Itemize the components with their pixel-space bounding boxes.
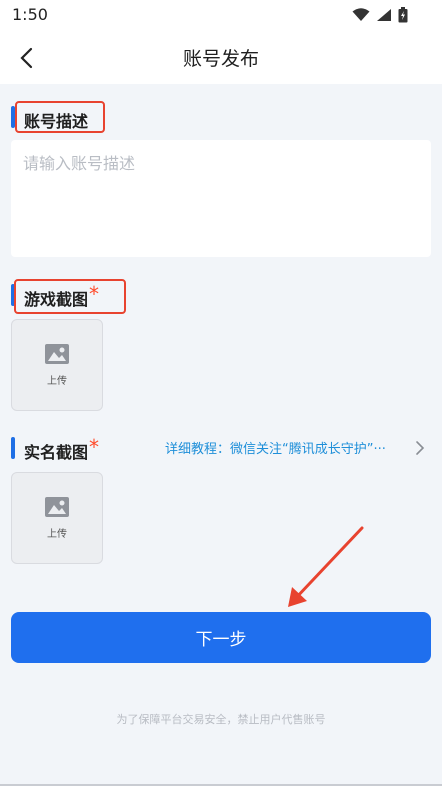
status-time: 1:50 <box>12 5 48 24</box>
game-screenshot-upload[interactable]: 上传 <box>11 319 103 411</box>
annotation-arrow-icon <box>288 526 364 607</box>
battery-icon <box>398 7 408 23</box>
upload-label: 上传 <box>47 375 67 387</box>
image-icon <box>45 343 69 364</box>
page-title: 账号发布 <box>182 48 259 70</box>
realname-screenshot-label-text: 实名截图 <box>24 443 89 462</box>
footer-note: 为了保障平台交易安全，禁止用户代售账号 <box>116 713 326 726</box>
tutorial-link[interactable]: 详细教程：微信关注“腾讯成长守护”··· <box>165 438 386 457</box>
chevron-right-icon[interactable] <box>413 440 427 456</box>
next-step-button[interactable]: 下一步 <box>11 612 431 663</box>
wifi-icon <box>352 8 370 21</box>
signal-icon <box>377 9 391 21</box>
nav-bar: 账号发布 <box>0 32 442 84</box>
realname-screenshot-label: 实名截图* <box>24 435 99 463</box>
image-icon <box>45 496 69 517</box>
description-input[interactable] <box>11 140 431 257</box>
section-bar-realname <box>11 437 15 459</box>
status-icons <box>352 7 408 23</box>
annotation-box-description <box>15 101 105 133</box>
upload-label: 上传 <box>47 528 67 540</box>
realname-screenshot-upload[interactable]: 上传 <box>11 472 103 564</box>
annotation-box-game <box>14 279 126 314</box>
required-mark: * <box>89 435 100 459</box>
status-bar: 1:50 <box>0 0 442 32</box>
